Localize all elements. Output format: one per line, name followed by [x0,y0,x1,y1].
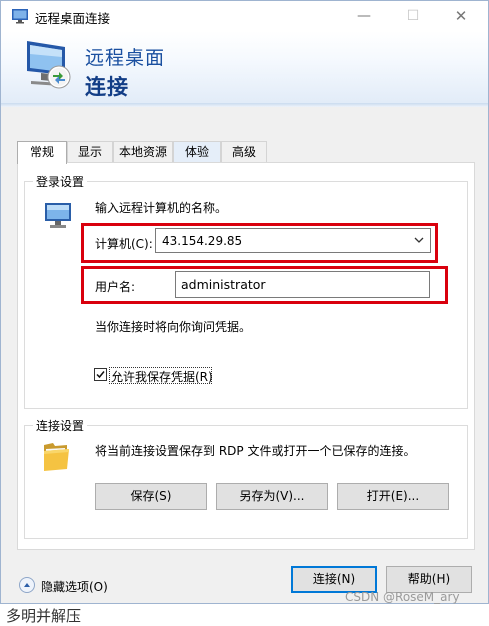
save-credentials-checkbox[interactable] [94,368,107,381]
title-bar: 远程桌面连接 — ☐ ✕ [1,1,488,31]
tab-local-resources[interactable]: 本地资源 [113,141,173,163]
header-banner: 远程桌面 连接 [1,31,488,103]
remote-desktop-app-icon [12,9,28,24]
login-settings-title: 登录设置 [33,173,88,190]
username-value: administrator [181,277,266,292]
banner-title-line1: 远程桌面 [85,47,166,69]
computer-label: 计算机(C): [95,237,153,251]
computer-name-instruction: 输入远程计算机的名称。 [95,201,228,215]
csdn-watermark: CSDN @RoseM_ary [345,590,460,604]
connection-settings-title: 连接设置 [33,417,88,434]
computer-icon [45,203,71,228]
hide-options-link[interactable]: 隐藏选项(O) [41,578,108,595]
save-button[interactable]: 保存(S) [95,483,207,510]
help-button[interactable]: 帮助(H) [386,566,472,593]
banner-title-line2: 连接 [85,75,129,99]
hide-options-toggle[interactable] [19,577,35,593]
remote-desktop-monitor-icon [27,41,71,89]
computer-value: 43.154.29.85 [162,234,243,248]
credential-note: 当你连接时将向你询问凭据。 [95,320,252,334]
tab-display[interactable]: 显示 [67,141,113,163]
banner-divider [1,103,488,107]
minimize-button[interactable]: — [341,1,387,31]
background-page-text: 多明并解压 [6,607,82,625]
computer-combobox[interactable]: 43.154.29.85 [155,228,431,253]
connection-settings-description: 将当前连接设置保存到 RDP 文件或打开一个已保存的连接。 [95,444,416,458]
checkmark-icon [96,371,105,379]
tab-general[interactable]: 常规 [17,141,67,164]
username-label: 用户名: [95,280,136,294]
folder-icon [44,443,69,471]
save-credentials-label[interactable]: 允许我保存凭据(R) [111,368,213,385]
connect-button[interactable]: 连接(N) [291,566,377,593]
open-button[interactable]: 打开(E)... [337,483,449,510]
remote-desktop-window: 远程桌面连接 — ☐ ✕ 远程桌面 连接 常规 显示 本地资源 体验 高级 登录… [0,0,489,604]
chevron-down-icon[interactable] [412,232,426,248]
close-button[interactable]: ✕ [438,1,484,31]
tab-experience[interactable]: 体验 [173,141,221,163]
username-input[interactable]: administrator [175,271,430,298]
chevron-up-icon [24,583,30,587]
save-as-button[interactable]: 另存为(V)... [216,483,328,510]
maximize-button[interactable]: ☐ [390,1,436,31]
window-title: 远程桌面连接 [35,11,111,26]
tab-advanced[interactable]: 高级 [221,141,267,163]
